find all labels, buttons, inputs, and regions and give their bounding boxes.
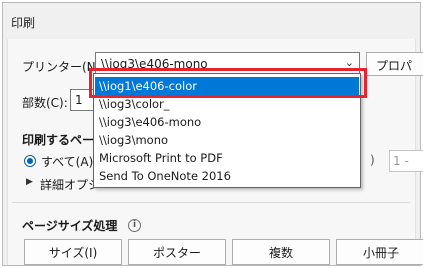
annotation-highlight-box (89, 68, 367, 98)
range-paren: ) (370, 153, 375, 167)
dropdown-item-send-to-onenote[interactable]: Send To OneNote 2016 (95, 167, 359, 185)
info-icon[interactable]: i (128, 219, 141, 232)
booklet-button[interactable]: 小冊子 (336, 239, 423, 265)
copies-label: 部数(C): (22, 96, 68, 110)
properties-button[interactable]: プロパ (366, 52, 423, 76)
radio-selected-icon[interactable] (24, 155, 36, 167)
page-size-heading: ページサイズ処理 (22, 219, 118, 233)
divider (12, 202, 410, 203)
dialog-title: 印刷 (11, 16, 36, 30)
triangle-right-icon[interactable]: ▶ (26, 177, 33, 187)
title-bar: 印刷 (3, 3, 420, 39)
poster-button[interactable]: ポスター (128, 239, 226, 265)
dropdown-item-print-to-pdf[interactable]: Microsoft Print to PDF (95, 149, 359, 167)
dropdown-item-iog3-e406-mono[interactable]: \\iog3\e406-mono (95, 113, 359, 131)
dropdown-item-iog3-mono[interactable]: \\iog3\mono (95, 131, 359, 149)
all-pages-label[interactable]: すべて(A) (41, 153, 93, 170)
multiple-button[interactable]: 複数 (232, 239, 330, 265)
size-button[interactable]: サイズ(I) (24, 239, 122, 265)
pages-heading: 印刷するペー (22, 133, 95, 147)
detail-options-link[interactable]: 詳細オプシ (40, 176, 100, 193)
page-range-input[interactable]: 1 - (389, 150, 423, 172)
